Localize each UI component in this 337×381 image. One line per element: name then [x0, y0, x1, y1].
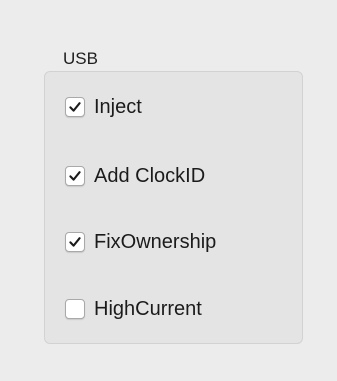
highcurrent-label: HighCurrent	[94, 298, 202, 320]
highcurrent-option[interactable]: HighCurrent	[65, 298, 202, 320]
highcurrent-checkbox[interactable]	[65, 299, 85, 319]
checkmark-icon	[69, 171, 81, 181]
inject-checkbox[interactable]	[65, 97, 85, 117]
checkmark-icon	[69, 237, 81, 247]
fixownership-option[interactable]: FixOwnership	[65, 231, 216, 253]
fixownership-checkbox[interactable]	[65, 232, 85, 252]
usb-group-title: USB	[63, 49, 98, 68]
inject-option[interactable]: Inject	[65, 96, 142, 118]
add-clockid-label: Add ClockID	[94, 165, 206, 187]
inject-label: Inject	[94, 96, 142, 118]
fixownership-label: FixOwnership	[94, 231, 217, 253]
add-clockid-option[interactable]: Add ClockID	[65, 165, 205, 187]
checkmark-icon	[69, 102, 81, 112]
add-clockid-checkbox[interactable]	[65, 166, 85, 186]
